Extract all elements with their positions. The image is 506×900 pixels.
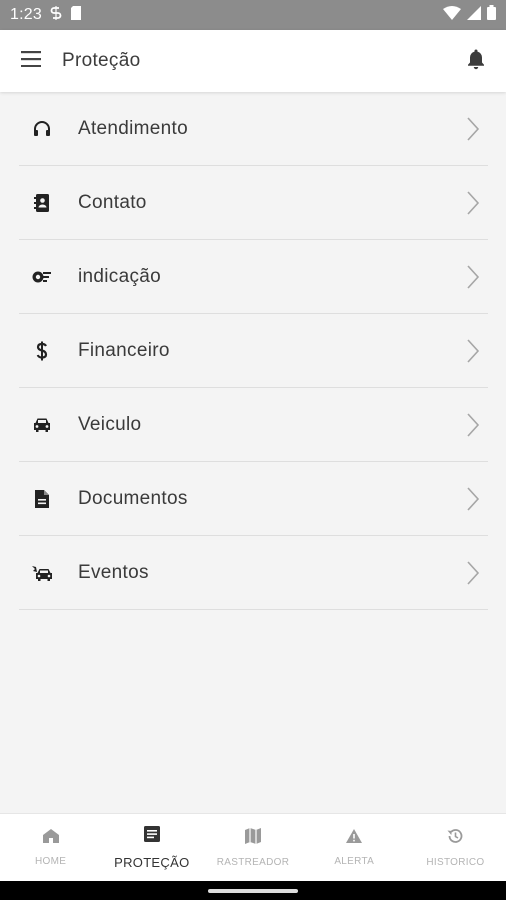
notifications-button[interactable]	[446, 30, 506, 92]
list-item-label: indicação	[78, 265, 161, 287]
list-item-label: Contato	[78, 191, 147, 213]
article-icon	[143, 825, 160, 847]
list-item-veiculo[interactable]: Veiculo	[19, 388, 488, 462]
nav-label: PROTEÇÃO	[114, 854, 190, 870]
contact-book-icon	[19, 166, 65, 240]
status-bar: 1:23	[0, 0, 506, 30]
app-bar: Proteção	[0, 30, 506, 92]
sd-card-icon	[70, 5, 82, 25]
list-item-documentos[interactable]: Documentos	[19, 462, 488, 536]
chevron-right-icon	[466, 388, 480, 462]
status-bar-left: 1:23	[10, 5, 82, 26]
list-item-atendimento[interactable]: Atendimento	[19, 92, 488, 166]
wifi-icon	[443, 5, 461, 25]
home-icon	[42, 828, 59, 848]
history-icon	[447, 828, 463, 849]
bottom-navigation: HOME PROTEÇÃO RASTREADOR ALERTA HISTORIC…	[0, 813, 506, 881]
list-item-contato[interactable]: Contato	[19, 166, 488, 240]
car-crash-icon	[19, 536, 65, 610]
list-item-eventos[interactable]: Eventos	[19, 536, 488, 610]
protection-menu-list: Atendimento Contato indicação Financeiro	[19, 92, 488, 610]
nav-label: HOME	[35, 855, 67, 867]
warning-icon	[346, 828, 363, 848]
nav-item-alerta[interactable]: ALERTA	[304, 814, 405, 881]
list-item-label: Documentos	[78, 487, 188, 509]
chevron-right-icon	[466, 462, 480, 536]
referral-icon	[19, 240, 65, 314]
bell-icon	[466, 48, 486, 75]
list-item-label: Financeiro	[78, 339, 170, 361]
status-bar-right	[443, 5, 496, 25]
nav-label: ALERTA	[334, 855, 375, 867]
battery-icon	[487, 5, 496, 25]
nav-item-historico[interactable]: HISTORICO	[405, 814, 506, 881]
headphones-icon	[19, 92, 65, 166]
map-icon	[245, 827, 261, 849]
chevron-right-icon	[466, 166, 480, 240]
menu-button[interactable]	[0, 30, 62, 92]
list-item-financeiro[interactable]: Financeiro	[19, 314, 488, 388]
list-item-indicacao[interactable]: indicação	[19, 240, 488, 314]
home-gesture-pill[interactable]	[208, 888, 298, 893]
nav-item-protecao[interactable]: PROTEÇÃO	[101, 814, 202, 881]
nav-item-rastreador[interactable]: RASTREADOR	[202, 814, 303, 881]
chevron-right-icon	[466, 314, 480, 388]
chevron-right-icon	[466, 92, 480, 166]
nav-label: HISTORICO	[426, 856, 485, 868]
status-time: 1:23	[10, 6, 42, 23]
nav-label: RASTREADOR	[216, 856, 290, 868]
list-item-label: Eventos	[78, 561, 149, 583]
dollar-icon	[19, 314, 65, 388]
car-icon	[19, 388, 65, 462]
page-title: Proteção	[62, 50, 141, 71]
chevron-right-icon	[466, 536, 480, 610]
sync-icon	[50, 5, 62, 26]
nav-item-home[interactable]: HOME	[0, 814, 101, 881]
system-navigation-bar	[0, 881, 506, 900]
list-item-label: Veiculo	[78, 413, 142, 435]
hamburger-menu-icon	[21, 50, 41, 72]
chevron-right-icon	[466, 240, 480, 314]
document-icon	[19, 462, 65, 536]
signal-icon	[467, 5, 481, 25]
list-item-label: Atendimento	[78, 117, 188, 139]
